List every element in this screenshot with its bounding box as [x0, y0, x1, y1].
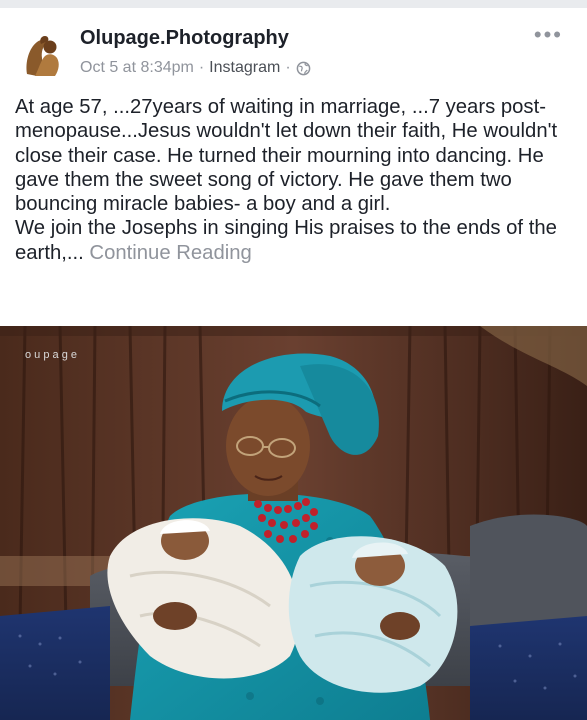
post-paragraph-2: We join the Josephs in singing His prais… — [15, 216, 577, 265]
continue-reading-link[interactable]: Continue Reading — [89, 242, 251, 264]
avatar[interactable] — [15, 26, 69, 80]
post-body: At age 57, ...27years of waiting in marr… — [15, 95, 577, 265]
globe-icon[interactable] — [296, 61, 311, 76]
more-options-icon[interactable]: ••• — [534, 24, 563, 46]
silhouette-logo-icon — [15, 26, 69, 80]
photo-watermark: o u p a g e — [25, 349, 77, 361]
post-timestamp[interactable]: Oct 5 at 8:34pm — [80, 59, 194, 77]
author-name[interactable]: Olupage.Photography — [80, 27, 289, 50]
post-header: Olupage.Photography Oct 5 at 8:34pm · In… — [0, 8, 587, 90]
meta-separator-2: · — [285, 59, 291, 76]
post-meta: Oct 5 at 8:34pm · Instagram · — [80, 59, 311, 77]
post-paragraph-1: At age 57, ...27years of waiting in marr… — [15, 96, 558, 216]
post-photo[interactable]: o u p a g e — [0, 326, 587, 720]
photo-illustration: o u p a g e — [0, 326, 587, 720]
post-source[interactable]: Instagram — [209, 59, 280, 77]
feed-top-strip — [0, 0, 587, 8]
meta-separator: · — [198, 59, 205, 76]
